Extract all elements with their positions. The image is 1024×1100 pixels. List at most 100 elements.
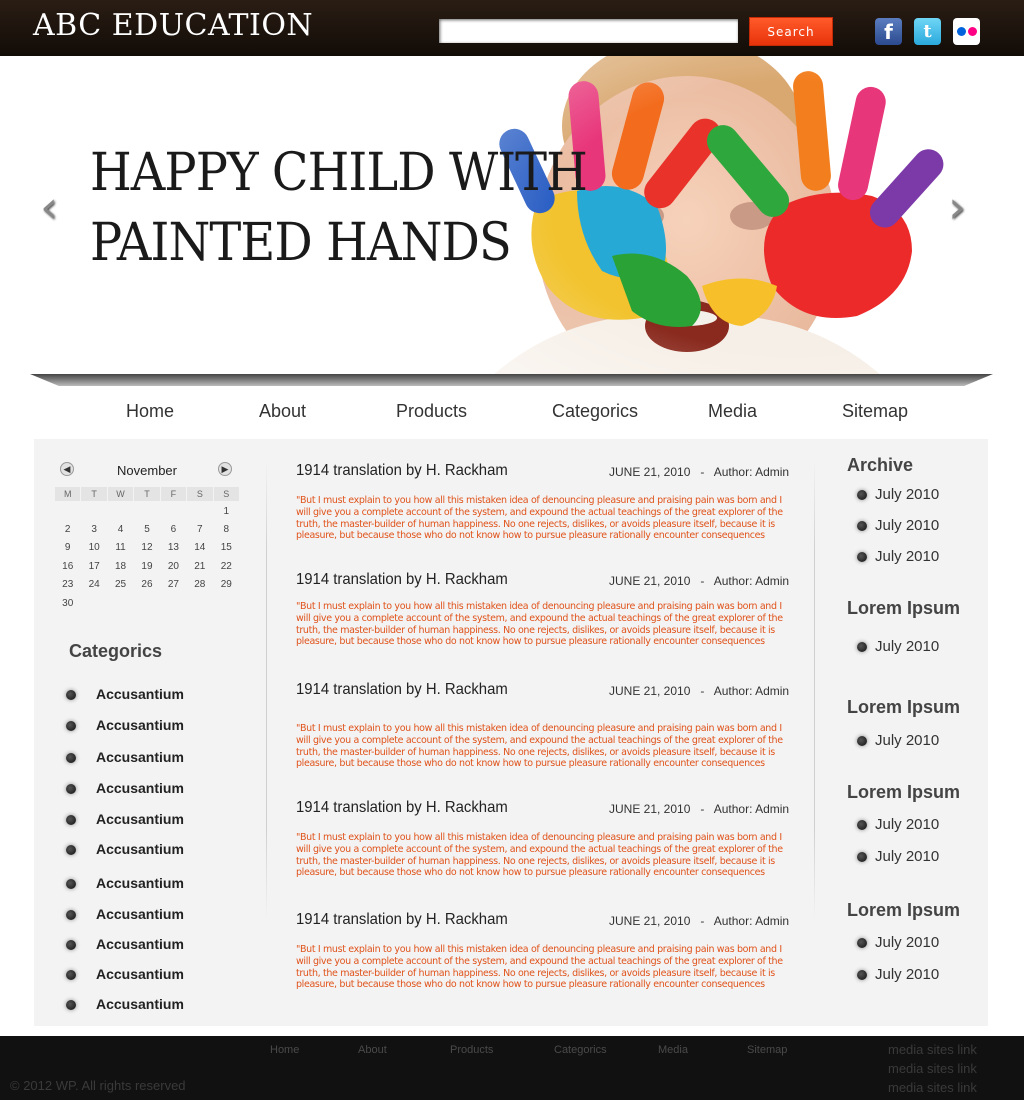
calendar-day[interactable]: 26: [134, 576, 160, 595]
sidebar-heading: Lorem Ipsum: [847, 900, 961, 920]
calendar-day[interactable]: 14: [187, 539, 213, 558]
footer-media-link[interactable]: media sites link: [888, 1042, 977, 1057]
calendar-day[interactable]: 23: [55, 576, 81, 595]
bullet-icon: [66, 753, 76, 764]
calendar-day[interactable]: 20: [160, 557, 186, 576]
footer-nav-sitemap[interactable]: Sitemap: [747, 1044, 787, 1056]
category-item[interactable]: Accusantium: [66, 936, 184, 952]
calendar-grid: MTWTFSS 1 2 3 4 5 6 7 8 9 10 11 12 13 14 15 16 17 18 19 20 2…: [53, 486, 241, 613]
site-header: ABC EDUCATION Search f t: [0, 0, 1024, 56]
calendar-day[interactable]: 16: [55, 557, 81, 576]
site-logo[interactable]: ABC EDUCATION: [33, 8, 313, 43]
calendar-day[interactable]: 1: [213, 502, 239, 521]
calendar-day[interactable]: 12: [134, 539, 160, 558]
category-item[interactable]: Accusantium: [66, 780, 184, 796]
calendar-day[interactable]: 17: [81, 557, 107, 576]
bullet-icon: [66, 910, 76, 921]
category-item[interactable]: Accusantium: [66, 811, 184, 827]
sidebar-link[interactable]: July 2010: [857, 934, 939, 951]
nav-item-home[interactable]: Home: [126, 397, 174, 437]
calendar-day[interactable]: 25: [107, 576, 133, 595]
category-item[interactable]: Accusantium: [66, 841, 184, 857]
calendar-day: [55, 502, 81, 521]
hero-title-line-2: PAINTED HANDS: [90, 213, 512, 273]
calendar-day[interactable]: 9: [55, 539, 81, 558]
chevron-right-icon[interactable]: ›: [942, 182, 972, 233]
calendar-day: [107, 594, 133, 613]
chevron-right-icon[interactable]: ▶: [218, 462, 232, 476]
calendar-day[interactable]: 2: [55, 520, 81, 539]
post-meta: JUNE 21, 2010 - Author: Admin: [609, 684, 790, 698]
bullet-icon: [66, 879, 76, 890]
nav-item-media[interactable]: Media: [708, 397, 757, 437]
sidebar-link[interactable]: July 2010: [857, 486, 939, 503]
post-excerpt: "But I must explain to you how all this …: [296, 723, 783, 770]
nav-item-sitemap[interactable]: Sitemap: [842, 397, 908, 437]
calendar-day[interactable]: 22: [213, 557, 239, 576]
calendar-day[interactable]: 18: [107, 557, 133, 576]
sidebar-link[interactable]: July 2010: [857, 848, 939, 865]
category-item[interactable]: Accusantium: [66, 996, 184, 1012]
bullet-icon: [857, 938, 867, 949]
calendar-day: [81, 594, 107, 613]
post-title[interactable]: 1914 translation by H. Rackham: [296, 799, 508, 817]
calendar-day[interactable]: 29: [213, 576, 239, 595]
footer-media-link[interactable]: media sites link: [888, 1061, 977, 1076]
calendar-day[interactable]: 27: [160, 576, 186, 595]
calendar-day[interactable]: 6: [160, 520, 186, 539]
category-item[interactable]: Accusantium: [66, 686, 184, 702]
search-input[interactable]: [439, 19, 738, 43]
category-item[interactable]: Accusantium: [66, 966, 184, 982]
twitter-icon[interactable]: t: [914, 18, 941, 45]
facebook-icon[interactable]: f: [875, 18, 902, 45]
sidebar-heading: Lorem Ipsum: [847, 782, 961, 802]
calendar-day[interactable]: 15: [213, 539, 239, 558]
category-label: Accusantium: [96, 686, 184, 702]
category-item[interactable]: Accusantium: [66, 749, 184, 765]
flickr-icon[interactable]: [953, 18, 980, 45]
footer-nav-home[interactable]: Home: [270, 1044, 299, 1056]
category-item[interactable]: Accusantium: [66, 906, 184, 922]
calendar-day[interactable]: 8: [213, 520, 239, 539]
calendar-week: 23 24 25 26 27 28 29: [55, 576, 240, 595]
bullet-icon: [66, 970, 76, 981]
calendar-day[interactable]: 30: [55, 594, 81, 613]
calendar-day[interactable]: 13: [160, 539, 186, 558]
calendar-weekday: S: [212, 486, 241, 502]
post-title[interactable]: 1914 translation by H. Rackham: [296, 462, 508, 480]
sidebar-link[interactable]: July 2010: [857, 638, 939, 655]
calendar-day[interactable]: 5: [134, 520, 160, 539]
calendar-day[interactable]: 10: [81, 539, 107, 558]
footer-nav-products[interactable]: Products: [450, 1044, 493, 1056]
post-title[interactable]: 1914 translation by H. Rackham: [296, 681, 508, 699]
nav-item-products[interactable]: Products: [396, 397, 467, 437]
sidebar-link[interactable]: July 2010: [857, 816, 939, 833]
footer-nav-media[interactable]: Media: [658, 1044, 688, 1056]
calendar-day[interactable]: 21: [187, 557, 213, 576]
footer-nav-categorics[interactable]: Categorics: [554, 1044, 607, 1056]
sidebar-link-label: July 2010: [875, 486, 940, 503]
post-title[interactable]: 1914 translation by H. Rackham: [296, 571, 508, 589]
category-item[interactable]: Accusantium: [66, 875, 184, 891]
calendar-day[interactable]: 11: [107, 539, 133, 558]
sidebar-link[interactable]: July 2010: [857, 966, 939, 983]
calendar-day[interactable]: 24: [81, 576, 107, 595]
footer-media-link[interactable]: media sites link: [888, 1080, 977, 1095]
chevron-left-icon[interactable]: ◀: [60, 462, 74, 476]
sidebar-link[interactable]: July 2010: [857, 517, 939, 534]
search-button[interactable]: Search: [749, 17, 833, 46]
calendar-day[interactable]: 4: [107, 520, 133, 539]
footer-nav-about[interactable]: About: [358, 1044, 387, 1056]
calendar-week: 9 10 11 12 13 14 15: [55, 539, 240, 558]
calendar-day[interactable]: 28: [187, 576, 213, 595]
chevron-left-icon[interactable]: ‹: [34, 182, 64, 233]
category-item[interactable]: Accusantium: [66, 717, 184, 733]
nav-item-categorics[interactable]: Categorics: [552, 397, 638, 437]
post-title[interactable]: 1914 translation by H. Rackham: [296, 911, 508, 929]
sidebar-link[interactable]: July 2010: [857, 732, 939, 749]
nav-item-about[interactable]: About: [259, 397, 306, 437]
calendar-day[interactable]: 3: [81, 520, 107, 539]
calendar-day[interactable]: 7: [187, 520, 213, 539]
calendar-day[interactable]: 19: [134, 557, 160, 576]
sidebar-link[interactable]: July 2010: [857, 548, 939, 565]
